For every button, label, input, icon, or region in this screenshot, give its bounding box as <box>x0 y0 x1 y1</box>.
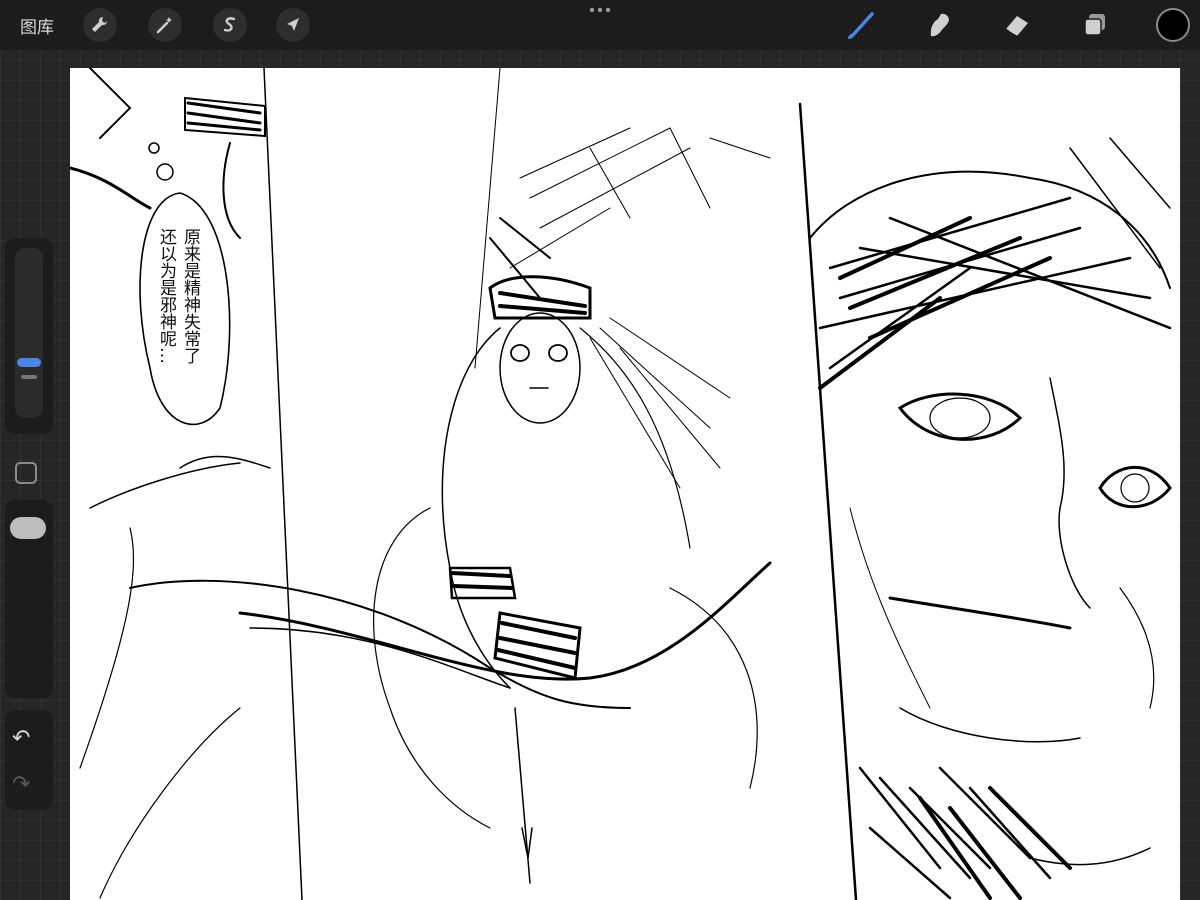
brush-size-thumb[interactable] <box>17 358 41 367</box>
layers-button[interactable] <box>1079 9 1111 41</box>
brush-size-marker <box>21 375 37 379</box>
sketch-artwork: 原来是精神失常了 还以为是邪神呢… <box>70 68 1172 900</box>
smudge-tool-button[interactable] <box>924 9 956 41</box>
opacity-slider[interactable] <box>10 517 46 539</box>
transform-arrow-icon <box>287 18 299 31</box>
brush-size-slider[interactable] <box>15 248 43 418</box>
brush-icon <box>848 12 874 39</box>
layers-icon <box>1084 14 1105 36</box>
more-dots-icon[interactable] <box>588 4 612 16</box>
gallery-button[interactable]: 图库 <box>20 13 54 38</box>
smudge-icon <box>930 13 949 37</box>
selection-icon <box>223 17 236 32</box>
speech-bubble-text: 原来是精神失常了 还以为是邪神呢… <box>156 228 201 364</box>
selection-button[interactable] <box>213 8 247 42</box>
brush-size-panel <box>5 238 53 434</box>
adjustments-button[interactable] <box>148 8 182 42</box>
color-picker-button[interactable] <box>1156 8 1190 42</box>
wrench-icon <box>92 16 108 32</box>
brush-tool-button[interactable] <box>845 9 877 41</box>
redo-button[interactable]: ↷ <box>12 772 30 797</box>
speech-bubble-line-2: 还以为是邪神呢… <box>156 228 177 364</box>
speech-bubble-line-1: 原来是精神失常了 <box>180 228 201 364</box>
magic-wand-icon <box>156 17 172 34</box>
drawing-canvas[interactable]: 原来是精神失常了 还以为是邪神呢… <box>70 68 1180 900</box>
eraser-tool-button[interactable] <box>1001 9 1033 41</box>
eraser-icon <box>1005 16 1028 37</box>
actions-button[interactable] <box>83 8 117 42</box>
modify-button[interactable] <box>15 462 37 484</box>
transform-button[interactable] <box>276 8 310 42</box>
undo-button[interactable]: ↶ <box>12 726 30 751</box>
